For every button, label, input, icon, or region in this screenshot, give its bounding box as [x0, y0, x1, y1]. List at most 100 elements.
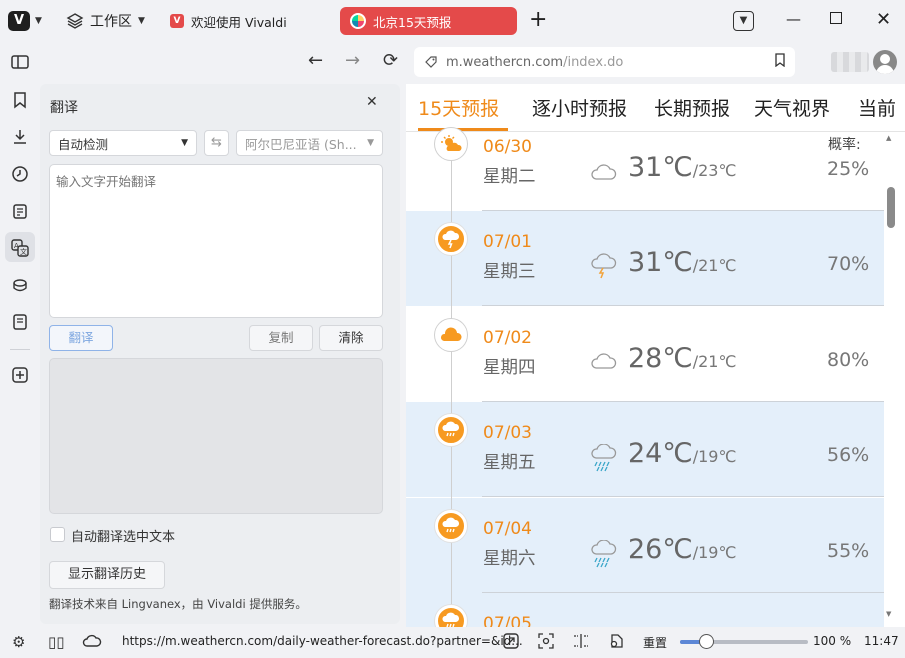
- row-divider: [482, 496, 884, 497]
- zoom-level: 100 %: [813, 634, 852, 648]
- translation-credit: 翻译技术来自 Lingvanex，由 Vivaldi 提供服务。: [49, 597, 307, 611]
- forecast-date: 07/04: [483, 519, 532, 539]
- panel-toggle-icon[interactable]: ▯▯: [48, 633, 65, 651]
- bookmark-icon[interactable]: [10, 90, 30, 110]
- scroll-up-icon[interactable]: ▲: [886, 134, 891, 142]
- minimize-icon[interactable]: —: [786, 10, 801, 28]
- auto-translate-checkbox[interactable]: [50, 527, 65, 542]
- temp-high: 26℃: [628, 534, 693, 565]
- close-window-icon[interactable]: ✕: [876, 9, 891, 30]
- hover-link-url: https://m.weathercn.com/daily-weather-fo…: [122, 634, 523, 648]
- thunderstorm-icon: [588, 253, 618, 279]
- show-history-button[interactable]: 显示翻译历史: [49, 561, 165, 589]
- forecast-weekday: 星期四: [483, 358, 536, 378]
- timeline-cloudy-icon: [435, 319, 467, 351]
- forecast-date: 06/30: [483, 137, 532, 157]
- site-info-icon[interactable]: [424, 55, 438, 69]
- clear-button[interactable]: 清除: [319, 325, 383, 351]
- tab-weather[interactable]: 北京15天预报: [340, 7, 517, 35]
- temp-high: 24℃: [628, 438, 693, 469]
- url-path: /index.do: [563, 54, 624, 70]
- precip-probability: 25%: [827, 158, 870, 180]
- panel-toggle-icon[interactable]: [10, 52, 30, 72]
- workspace-button[interactable]: 工作区 ▼: [66, 10, 145, 32]
- address-bar[interactable]: m.weathercn.com/index.do: [414, 47, 795, 77]
- weather-favicon-icon: [350, 13, 366, 29]
- extension-icons[interactable]: [831, 52, 869, 72]
- forecast-temperature: 24℃/19℃: [628, 438, 736, 469]
- svg-text:文: 文: [20, 247, 27, 256]
- copy-button[interactable]: 复制: [249, 325, 313, 351]
- target-language-value: 阿尔巴尼亚语 (Sh...: [245, 136, 357, 152]
- tab-list-button[interactable]: ▼: [733, 11, 754, 31]
- tab-welcome[interactable]: V 欢迎使用 Vivaldi: [160, 7, 330, 35]
- temp-low: /21℃: [692, 256, 737, 275]
- reload-icon[interactable]: ⟳: [383, 50, 398, 71]
- back-icon[interactable]: ←: [308, 50, 323, 71]
- translation-output: [49, 358, 383, 514]
- vivaldi-favicon-icon: V: [170, 14, 184, 28]
- download-icon[interactable]: [10, 127, 30, 147]
- add-panel-icon[interactable]: [10, 365, 30, 385]
- page-tiling-icon[interactable]: [503, 633, 519, 653]
- maximize-icon[interactable]: [830, 12, 842, 24]
- forecast-row[interactable]: 07/04 星期六 26℃/19℃ 55%: [406, 498, 884, 593]
- translate-panel: 翻译 ✕ 自动检测 ▼ ⇆ 阿尔巴尼亚语 (Sh... ▼ 翻译 复制 清除 自…: [40, 84, 400, 624]
- tab-title: 欢迎使用 Vivaldi: [191, 14, 287, 30]
- capture-icon[interactable]: [538, 633, 554, 653]
- swap-languages-button[interactable]: ⇆: [204, 130, 229, 156]
- vivaldi-menu-icon[interactable]: V: [8, 11, 30, 31]
- divider: [10, 349, 30, 350]
- feed-icon[interactable]: [10, 275, 30, 295]
- new-tab-button[interactable]: +: [529, 9, 547, 31]
- clock: 11:47: [864, 634, 899, 648]
- timeline-rain-icon: [435, 414, 467, 446]
- profile-avatar[interactable]: [873, 50, 897, 74]
- chevron-down-icon[interactable]: ▼: [35, 16, 42, 26]
- cloudy-icon: [588, 160, 618, 184]
- forecast-row[interactable]: 07/01 星期三 31℃/21℃ 70%: [406, 211, 884, 306]
- translate-button[interactable]: 翻译: [49, 325, 113, 351]
- forecast-row[interactable]: 07/02 星期四 28℃/21℃ 80%: [406, 307, 884, 402]
- zoom-slider-knob[interactable]: [698, 634, 714, 649]
- url-host: m.weathercn.com: [446, 54, 564, 70]
- split-view-icon[interactable]: [572, 633, 590, 653]
- reading-list-icon[interactable]: [10, 312, 30, 332]
- precip-probability: 70%: [827, 253, 870, 275]
- source-language-select[interactable]: 自动检测 ▼: [49, 130, 197, 156]
- history-icon[interactable]: [10, 164, 30, 184]
- temp-low: /21℃: [692, 352, 737, 371]
- target-language-select[interactable]: 阿尔巴尼亚语 (Sh... ▼: [236, 130, 383, 156]
- forecast-temperature: 31℃/21℃: [628, 247, 736, 278]
- forecast-temperature: 26℃/19℃: [628, 534, 736, 565]
- zoom-slider[interactable]: [680, 634, 808, 649]
- translate-icon[interactable]: A文: [5, 232, 35, 262]
- probability-header: 概率:: [828, 137, 861, 153]
- scrollbar-thumb[interactable]: [887, 187, 895, 228]
- forward-icon[interactable]: →: [345, 50, 360, 71]
- row-divider: [482, 305, 884, 306]
- bookmark-page-icon[interactable]: [774, 53, 786, 71]
- forecast-row[interactable]: 07/05: [406, 593, 884, 627]
- scroll-down-icon[interactable]: ▼: [886, 610, 891, 618]
- forecast-row[interactable]: 06/30 星期二 31℃/23℃ 25%: [406, 116, 884, 211]
- settings-icon[interactable]: ⚙: [12, 633, 25, 651]
- notes-icon[interactable]: [10, 201, 30, 221]
- forecast-date: 07/03: [483, 423, 532, 443]
- close-icon[interactable]: ✕: [366, 94, 378, 110]
- temp-high: 31℃: [628, 247, 693, 278]
- tab-bar: V ▼ 工作区 ▼ V 欢迎使用 Vivaldi 北京15天预报 + ▼ — ✕: [0, 0, 905, 42]
- zoom-reset-button[interactable]: 重置: [643, 634, 667, 651]
- forecast-weekday: 星期五: [483, 453, 536, 473]
- precip-probability: 55%: [827, 540, 870, 562]
- temp-low: /23℃: [692, 161, 737, 180]
- translate-input[interactable]: [49, 164, 383, 318]
- forecast-row[interactable]: 07/03 星期五 24℃/19℃ 56%: [406, 402, 884, 497]
- temp-low: /19℃: [692, 447, 737, 466]
- page-actions-icon[interactable]: [608, 633, 624, 653]
- tab-title: 北京15天预报: [373, 14, 452, 30]
- workspace-label: 工作区: [90, 14, 132, 30]
- chevron-down-icon: ▼: [367, 138, 374, 148]
- rain-icon: [588, 539, 618, 568]
- sync-cloud-icon[interactable]: [82, 633, 102, 653]
